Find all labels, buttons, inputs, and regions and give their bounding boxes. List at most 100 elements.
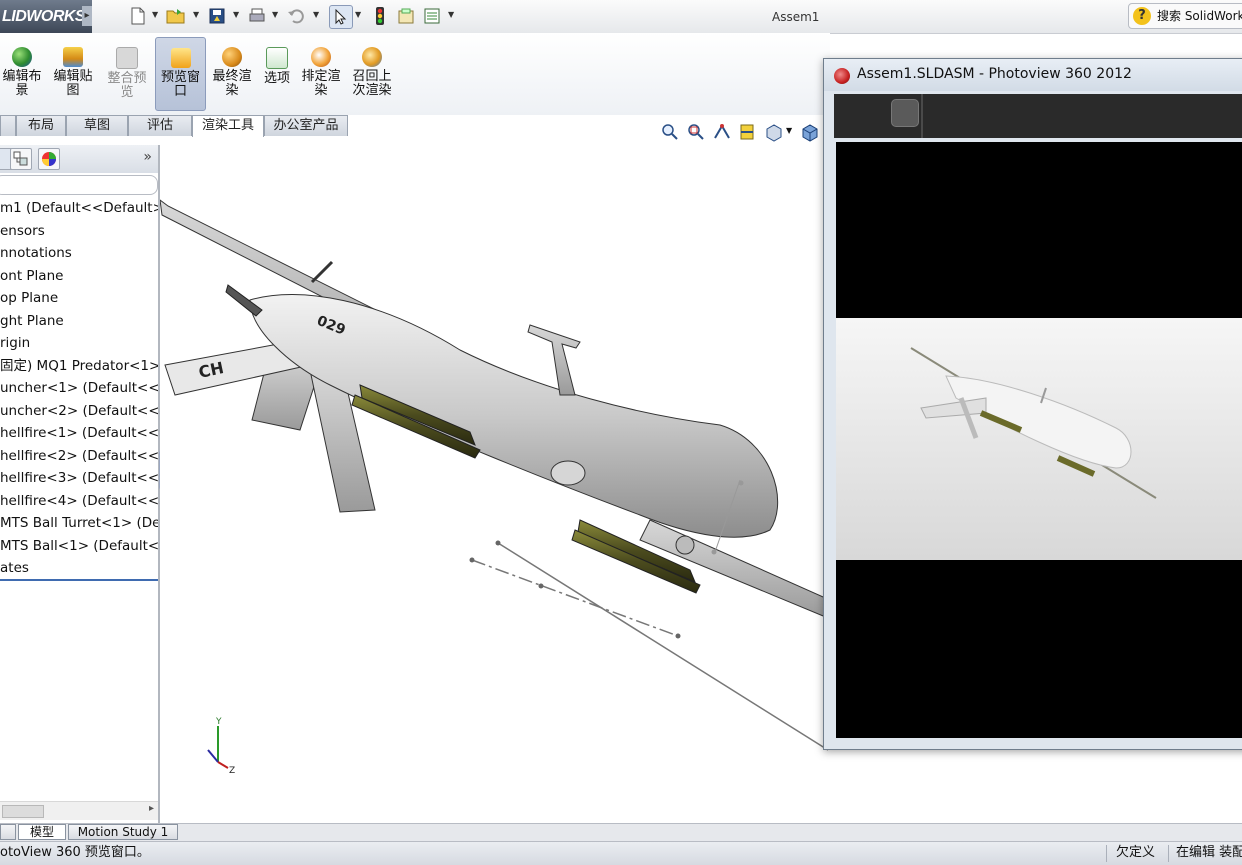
undo-dropdown-icon[interactable]: ▼ [313,10,321,22]
select-arrow-icon[interactable] [329,5,353,29]
tab-render-tools[interactable]: 渲染工具 [192,115,264,138]
triad-z-label: Z [229,766,235,776]
tree-item-annotations[interactable]: nnotations [0,242,158,265]
tab-scroll-left-icon[interactable] [0,824,16,840]
zoom-to-fit-icon[interactable] [660,122,680,142]
rendered-drone-image [910,347,1157,499]
tree-item-mates[interactable]: ates [0,557,158,580]
tree-item-hellfire-3[interactable]: hellfire<3> (Default<<[ [0,467,158,490]
rendered-scene [836,318,1242,560]
configuration-manager-tab[interactable] [10,148,32,170]
new-document-icon[interactable] [127,5,149,27]
tree-item-mq1-predator[interactable]: 固定) MQ1 Predator<1> ( [0,355,158,378]
tree-item-hellfire-2[interactable]: hellfire<2> (Default<<[ [0,445,158,468]
more-tabs-chevron-icon[interactable]: » [143,149,152,165]
integrated-preview-label: 整合预览 [107,71,147,100]
tab-layout[interactable]: 布局 [16,115,66,136]
photoview-pause-button[interactable] [891,99,919,127]
select-dropdown-icon[interactable]: ▼ [355,10,363,22]
options-dropdown-icon[interactable]: ▼ [448,10,456,22]
tree-item-hellfire-1[interactable]: hellfire<1> (Default<<[ [0,422,158,445]
tab-sketch[interactable]: 草图 [66,115,128,136]
print-icon[interactable] [246,5,268,27]
final-render-button[interactable]: 最终渲染 [209,37,255,111]
tree-item-top-plane[interactable]: op Plane [0,287,158,310]
recall-last-render-button[interactable]: 召回上次渲染 [348,37,396,111]
save-dropdown-icon[interactable]: ▼ [233,10,241,22]
tree-filter-input[interactable] [0,175,158,195]
search-solidworks-input[interactable]: ? 搜索 SolidWorks [1128,3,1242,29]
undo-icon[interactable] [285,5,307,27]
edit-decal-button[interactable]: 编辑贴图 [50,37,96,111]
predator-drone-model: CH 029 Y Z [159,198,831,776]
zoom-to-area-icon[interactable] [686,122,706,142]
view-orientation-dropdown-icon[interactable]: ▼ [786,126,792,135]
photoview-preview-window[interactable]: Assem1.SLDASM - Photoview 360 2012 [823,58,1242,750]
photoview-toolbar [834,94,1242,138]
print-dropdown-icon[interactable]: ▼ [272,10,280,22]
bottom-tab-bar: 模型 Motion Study 1 [0,823,1242,841]
manager-tabs: » [0,145,158,173]
rebuild-traffic-light-icon[interactable] [369,5,391,27]
edit-scene-button[interactable]: 编辑布景 [0,37,44,111]
decal-icon [63,47,83,67]
final-render-label: 最终渲染 [212,69,252,98]
tab-office-products[interactable]: 办公室产品 [264,115,348,136]
tree-item-launcher-1[interactable]: uncher<1> (Default<<D [0,377,158,400]
preview-window-icon [170,48,191,68]
preview-window-button[interactable]: 预览窗口 [155,37,206,111]
schedule-render-button[interactable]: 排定渲染 [299,37,343,111]
new-dropdown-icon[interactable]: ▼ [152,10,160,22]
open-folder-icon[interactable] [165,5,187,27]
tab-hidden-left[interactable] [0,115,16,136]
edit-decal-label: 编辑贴图 [53,69,93,98]
rollback-bar[interactable] [0,579,158,581]
section-view-icon[interactable] [738,122,758,142]
open-dropdown-icon[interactable]: ▼ [193,10,201,22]
tree-item-right-plane[interactable]: ght Plane [0,310,158,333]
tree-horizontal-scrollbar[interactable]: ▸ [0,801,158,820]
file-properties-icon[interactable] [395,5,417,27]
tree-item-mts-ball-turret[interactable]: MTS Ball Turret<1> (De [0,512,158,535]
photoview-titlebar[interactable]: Assem1.SLDASM - Photoview 360 2012 [824,59,1242,91]
tree-item-front-plane[interactable]: ont Plane [0,265,158,288]
recall-render-label: 召回上次渲染 [352,69,392,98]
tab-motion-study-1[interactable]: Motion Study 1 [68,824,178,840]
tree-item-sensors[interactable]: ensors [0,220,158,243]
options-list-icon[interactable] [421,5,443,27]
graphics-area[interactable]: CH 029 Y Z [159,137,831,825]
save-icon[interactable] [206,5,228,27]
triad-y-label: Y [215,717,222,727]
status-divider [1168,845,1169,862]
integrated-preview-button[interactable]: 整合预览 [104,37,150,111]
tab-model[interactable]: 模型 [18,824,66,840]
tree-item-launcher-2[interactable]: uncher<2> (Default<<D [0,400,158,423]
schedule-render-label: 排定渲染 [301,69,341,98]
tree-item-assembly[interactable]: m1 (Default<<Default>_ [0,197,158,220]
tree-item-hellfire-4[interactable]: hellfire<4> (Default<<[ [0,490,158,513]
solidworks-logo: LIDWORKS [0,0,92,33]
options-icon [266,47,288,69]
scroll-right-arrow-icon[interactable]: ▸ [149,803,154,814]
status-divider [1106,845,1107,862]
tree-item-origin[interactable]: rigin [0,332,158,355]
status-edit-mode: 在编辑 装配 [1176,845,1242,860]
recall-render-icon [362,47,382,67]
previous-view-icon[interactable] [712,122,732,142]
tab-evaluate[interactable]: 评估 [128,115,192,136]
toolbar-separator [921,94,923,138]
appearance-pie-icon [42,152,56,166]
search-placeholder: 搜索 SolidWorks [1157,9,1242,23]
edit-scene-label: 编辑布景 [2,69,42,98]
display-style-icon[interactable] [800,122,820,142]
appearance-tab[interactable] [38,148,60,170]
tree-item-mts-ball[interactable]: MTS Ball<1> (Default< [0,535,158,558]
options-button[interactable]: 选项 [257,37,297,111]
scrollbar-thumb[interactable] [2,805,44,818]
view-orientation-icon[interactable] [764,122,784,142]
photoview-app-icon [834,68,850,84]
help-search-icon: ? [1133,7,1151,25]
final-render-icon [222,47,242,67]
menu-expand-arrow[interactable]: ▸ [82,6,92,26]
command-tabs: 布局 草图 评估 渲染工具 办公室产品 [0,115,350,138]
